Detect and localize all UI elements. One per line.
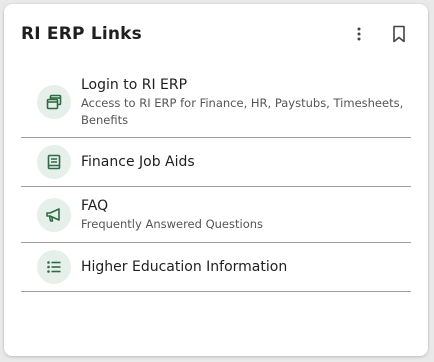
windows-icon (46, 94, 62, 109)
link-title: Higher Education Information (81, 259, 288, 275)
link-list: Login to RI ERP Access to RI ERP for Fin… (21, 66, 411, 292)
link-higher-education-information[interactable]: Higher Education Information (21, 243, 411, 292)
link-icon-circle (37, 250, 71, 284)
bookmark-icon (393, 25, 405, 43)
link-title: Finance Job Aids (81, 154, 195, 170)
link-title: Login to RI ERP (81, 76, 188, 93)
megaphone-icon (46, 207, 60, 222)
more-vert-icon (357, 27, 361, 41)
link-description: Frequently Answered Questions (81, 217, 264, 231)
link-login-ri-erp[interactable]: Login to RI ERP Access to RI ERP for Fin… (21, 66, 411, 138)
book-icon (47, 154, 61, 170)
link-finance-job-aids[interactable]: Finance Job Aids (21, 138, 411, 187)
link-faq[interactable]: FAQ Frequently Answered Questions (21, 187, 411, 243)
list-icon (47, 261, 61, 273)
card-title: RI ERP Links (21, 24, 143, 44)
card-header: RI ERP Links (21, 22, 411, 50)
more-options-button[interactable] (347, 22, 371, 46)
link-text: Higher Education Information (81, 257, 287, 277)
bookmark-button[interactable] (387, 22, 411, 46)
links-card: RI ERP Links Login to RI ERP Access to R… (4, 4, 428, 356)
link-icon-circle (37, 197, 71, 232)
link-text: FAQ Frequently Answered Questions (81, 196, 263, 233)
link-icon-circle (37, 145, 71, 179)
link-description: Access to RI ERP for Finance, HR, Paystu… (81, 95, 404, 127)
link-icon-circle (37, 84, 71, 119)
link-text: Login to RI ERP Access to RI ERP for Fin… (81, 75, 411, 129)
link-title: FAQ (81, 198, 109, 214)
link-text: Finance Job Aids (81, 152, 195, 172)
header-actions (347, 22, 411, 46)
